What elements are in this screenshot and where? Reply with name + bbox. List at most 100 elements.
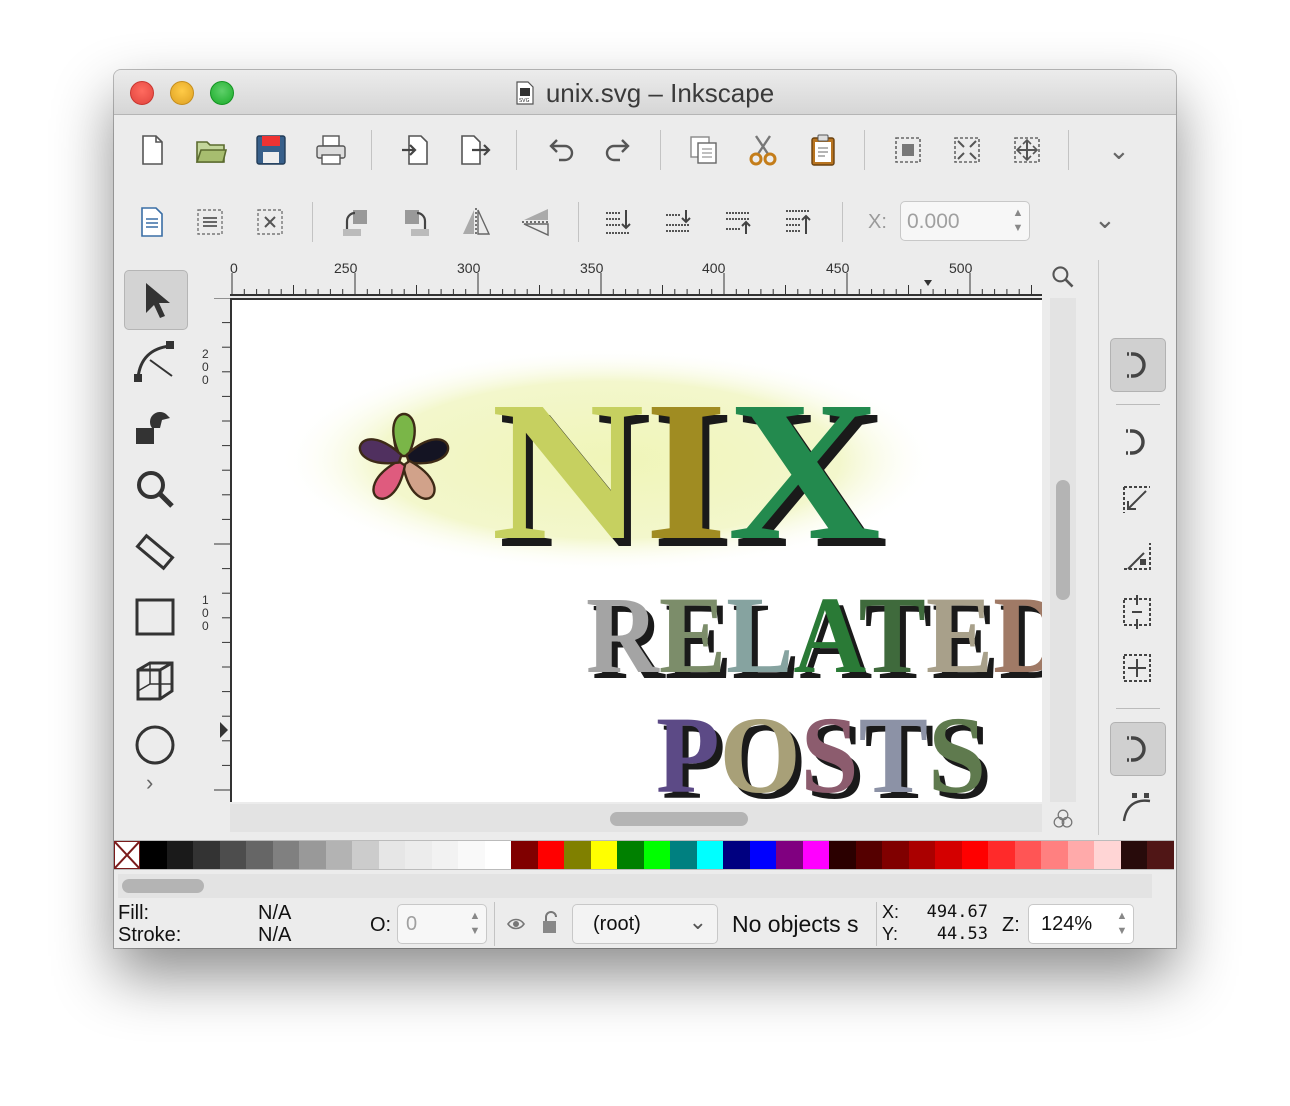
layer-dropdown[interactable]: (root) ⌄ xyxy=(572,904,718,944)
rectangle-tool[interactable] xyxy=(124,588,186,646)
controls-overflow-chevron-icon[interactable]: ⌄ xyxy=(1094,204,1116,235)
palette-swatch[interactable] xyxy=(272,840,299,870)
export-button[interactable] xyxy=(457,132,493,168)
palette-swatch[interactable] xyxy=(140,840,167,870)
palette-swatch[interactable] xyxy=(829,840,856,870)
palette-swatch[interactable] xyxy=(511,840,538,870)
duplicate-button[interactable] xyxy=(686,132,722,168)
palette-swatch[interactable] xyxy=(564,840,591,870)
drawing-canvas[interactable]: NIX NIX RELATED RELATED POSTS POSTS xyxy=(230,298,1042,802)
zoom-page-button[interactable] xyxy=(1009,132,1045,168)
snap-bbox-center-button[interactable] xyxy=(1110,642,1164,694)
open-button[interactable] xyxy=(193,132,229,168)
select-all-button[interactable] xyxy=(134,204,170,240)
palette-swatch[interactable] xyxy=(617,840,644,870)
tweak-tool[interactable] xyxy=(124,396,186,454)
no-paint-swatch[interactable] xyxy=(114,840,141,870)
snap-bbox-button[interactable] xyxy=(1110,416,1164,468)
palette-swatch[interactable] xyxy=(193,840,220,870)
stroke-value[interactable]: N/A xyxy=(258,924,291,947)
measure-tool[interactable] xyxy=(124,524,186,582)
palette-swatch[interactable] xyxy=(1067,840,1094,870)
zoom-input[interactable]: 124% ▲ ▼ xyxy=(1028,904,1134,944)
palette-swatch[interactable] xyxy=(166,840,193,870)
rotate-cw-button[interactable] xyxy=(398,204,434,240)
palette-swatch[interactable] xyxy=(1014,840,1041,870)
palette-swatch[interactable] xyxy=(325,840,352,870)
palette-swatch[interactable] xyxy=(723,840,750,870)
flip-horizontal-button[interactable] xyxy=(458,204,494,240)
snap-paths-button[interactable] xyxy=(1110,782,1164,834)
palette-swatch[interactable] xyxy=(776,840,803,870)
select-tool[interactable] xyxy=(124,270,188,330)
node-tool[interactable] xyxy=(124,332,186,390)
color-management-toggle[interactable] xyxy=(1048,804,1078,834)
palette-swatch[interactable] xyxy=(855,840,882,870)
zoom-drawing-button[interactable] xyxy=(949,132,985,168)
flip-vertical-button[interactable] xyxy=(518,204,554,240)
3d-box-tool[interactable] xyxy=(124,652,186,710)
palette-scroll-thumb[interactable] xyxy=(122,879,204,893)
palette-swatch[interactable] xyxy=(643,840,670,870)
palette-swatch[interactable] xyxy=(882,840,909,870)
horizontal-scrollbar[interactable] xyxy=(230,804,1042,832)
palette-scrollbar[interactable] xyxy=(118,874,1152,898)
palette-swatch[interactable] xyxy=(749,840,776,870)
palette-swatch[interactable] xyxy=(405,840,432,870)
opacity-spinner[interactable]: ▲ ▼ xyxy=(468,909,482,939)
zoom-tool[interactable] xyxy=(124,460,186,518)
layer-visibility-eye-icon[interactable] xyxy=(506,914,526,934)
vertical-scroll-thumb[interactable] xyxy=(1056,480,1070,600)
palette-swatch[interactable] xyxy=(696,840,723,870)
opacity-input[interactable]: 0 ▲ ▼ xyxy=(397,904,487,944)
lower-to-bottom-button[interactable] xyxy=(600,204,636,240)
palette-swatch[interactable] xyxy=(590,840,617,870)
palette-swatch[interactable] xyxy=(1041,840,1068,870)
snap-toggle-button[interactable] xyxy=(1110,338,1166,392)
palette-swatch[interactable] xyxy=(961,840,988,870)
redo-button[interactable] xyxy=(601,132,637,168)
x-coordinate-input[interactable]: 0.000 ▲ ▼ xyxy=(900,201,1030,241)
palette-swatch[interactable] xyxy=(908,840,935,870)
horizontal-scroll-thumb[interactable] xyxy=(610,812,748,826)
palette-swatch[interactable] xyxy=(458,840,485,870)
palette-swatch[interactable] xyxy=(219,840,246,870)
print-button[interactable] xyxy=(313,132,349,168)
toolbox-more-chevron-icon[interactable]: › xyxy=(146,770,153,796)
zoom-spinner[interactable]: ▲ ▼ xyxy=(1115,909,1129,939)
lower-button[interactable] xyxy=(660,204,696,240)
undo-button[interactable] xyxy=(542,132,578,168)
palette-swatch[interactable] xyxy=(352,840,379,870)
palette-swatch[interactable] xyxy=(988,840,1015,870)
palette-swatch[interactable] xyxy=(537,840,564,870)
save-button[interactable] xyxy=(253,132,289,168)
rotate-ccw-button[interactable] xyxy=(338,204,374,240)
snap-bbox-edge-button[interactable] xyxy=(1110,474,1164,526)
import-button[interactable] xyxy=(398,132,434,168)
palette-swatch[interactable] xyxy=(670,840,697,870)
palette-swatch[interactable] xyxy=(935,840,962,870)
deselect-button[interactable] xyxy=(252,204,288,240)
zoom-selection-button[interactable] xyxy=(890,132,926,168)
palette-swatch[interactable] xyxy=(431,840,458,870)
toolbar-overflow-chevron-icon[interactable]: ⌄ xyxy=(1108,135,1130,166)
palette-swatch[interactable] xyxy=(246,840,273,870)
palette-swatch[interactable] xyxy=(802,840,829,870)
palette-swatch[interactable] xyxy=(378,840,405,870)
palette-swatch[interactable] xyxy=(1094,840,1121,870)
vertical-scrollbar[interactable] xyxy=(1050,298,1076,802)
paste-button[interactable] xyxy=(805,132,841,168)
x-coordinate-spinner[interactable]: ▲ ▼ xyxy=(1011,206,1025,236)
select-all-layers-button[interactable] xyxy=(192,204,228,240)
raise-button[interactable] xyxy=(720,204,756,240)
snap-bbox-corner-button[interactable] xyxy=(1110,530,1164,582)
snap-bbox-midpoint-button[interactable] xyxy=(1110,586,1164,638)
palette-swatch[interactable] xyxy=(484,840,511,870)
raise-to-top-button[interactable] xyxy=(780,204,816,240)
palette-swatch[interactable] xyxy=(1120,840,1147,870)
ellipse-tool[interactable] xyxy=(124,716,186,774)
palette-swatch[interactable] xyxy=(1147,840,1174,870)
layer-lock-icon[interactable] xyxy=(540,910,562,936)
cut-button[interactable] xyxy=(745,132,781,168)
zoom-corner-button[interactable] xyxy=(1048,262,1078,292)
